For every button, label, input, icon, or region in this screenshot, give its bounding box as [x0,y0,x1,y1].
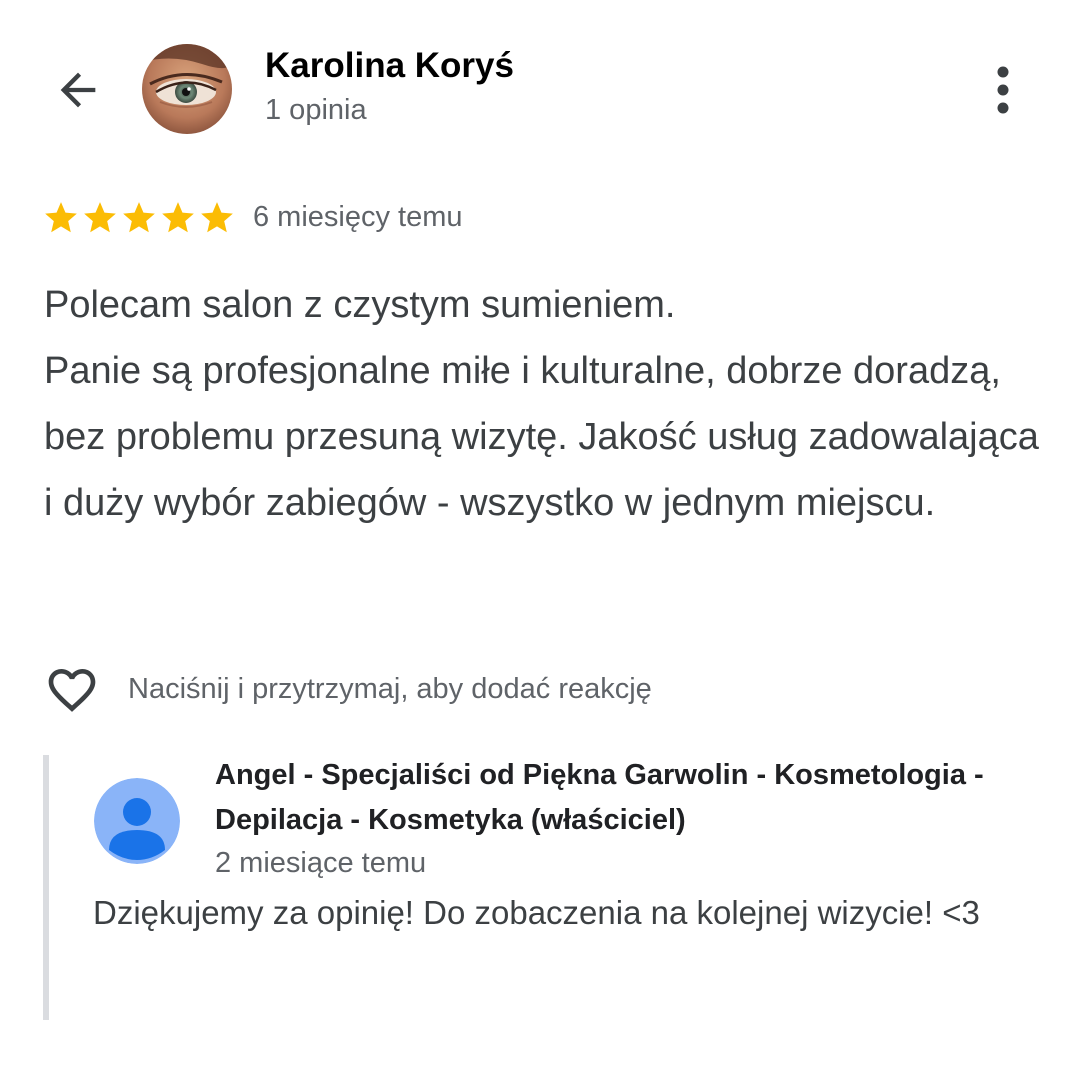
star-rating [42,198,236,238]
reaction-hint: Naciśnij i przytrzymaj, aby dodać reakcj… [128,673,652,705]
owner-avatar [94,778,180,864]
heart-icon [48,669,96,712]
author-name[interactable]: Karolina Koryś [265,44,514,88]
review-time: 6 miesięcy temu [253,201,463,233]
reply-divider [43,755,49,1020]
star-icon [201,202,233,233]
star-icon [162,202,194,233]
owner-reply-text: Dziękujemy za opinię! Do zobaczenia na k… [93,894,980,931]
owner-name: Angel - Specjaliści od Piękna Garwolin -… [215,759,984,836]
back-button[interactable] [40,52,116,128]
review-text-line: Polecam salon z czystym sumieniem. [44,284,676,326]
owner-reply-time: 2 miesiące temu [215,847,427,879]
star-icon [45,202,77,233]
star-icon [123,202,155,233]
author-review-count: 1 opinia [265,94,367,126]
more-options-button[interactable] [972,56,1034,124]
reaction-button[interactable] [40,660,104,720]
more-vert-icon [997,66,1009,114]
arrow-back-icon [60,72,96,108]
review-text: Polecam salon z czystym sumieniem. Panie… [44,272,1044,536]
review-text-line: Panie są profesjonalne miłe i kulturalne… [44,350,1039,524]
star-icon [84,202,116,233]
author-avatar[interactable] [142,44,232,134]
